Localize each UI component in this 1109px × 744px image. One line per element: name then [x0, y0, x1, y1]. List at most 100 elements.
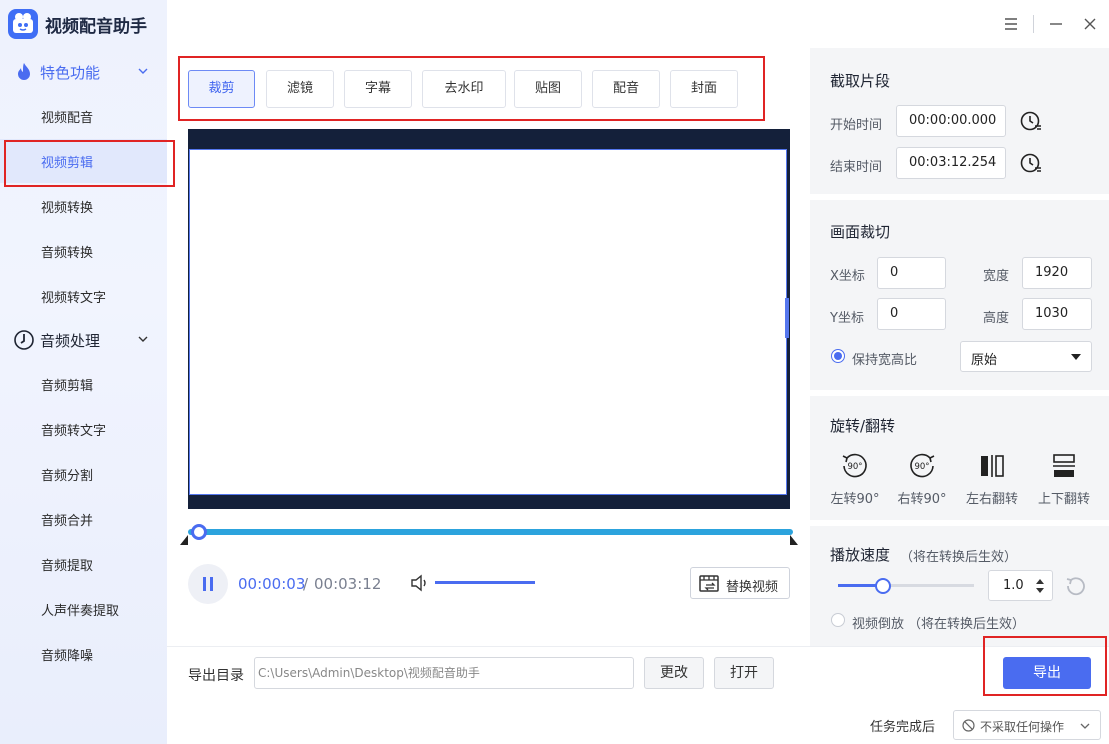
speed-title: 播放速度 [830, 546, 891, 564]
spin-down-icon[interactable] [1036, 588, 1044, 593]
sidebar-item-label: 音频提取 [41, 559, 94, 574]
trim-start-marker[interactable] [180, 535, 188, 545]
highlight-box-tabs [178, 56, 765, 121]
total-time: 00:03:12 [314, 575, 382, 593]
reverse-video-radio[interactable] [831, 613, 845, 627]
pause-icon [203, 577, 206, 591]
volume-slider[interactable] [435, 581, 535, 584]
section-featured[interactable]: 特色功能 [0, 57, 167, 87]
sidebar-item-audio-editing[interactable]: 音频剪辑 [0, 362, 167, 406]
section-audio-label: 音频处理 [40, 332, 101, 350]
keep-ratio-label: 保持宽高比 [852, 353, 918, 368]
rotate-right-badge: 90° [914, 462, 929, 472]
keep-ratio-radio[interactable] [831, 349, 845, 363]
rotate-right-label: 右转90° [897, 492, 947, 507]
x-coord-label: X坐标 [830, 269, 865, 284]
clock-set-icon[interactable] [1019, 152, 1043, 176]
divider [1033, 15, 1034, 33]
sidebar-item-label: 视频转文字 [41, 291, 107, 306]
replace-video-button[interactable]: 替换视频 [690, 567, 790, 599]
change-dir-button[interactable]: 更改 [644, 657, 704, 689]
sidebar-item-label: 音频降噪 [41, 649, 94, 664]
sidebar-item-video-dubbing[interactable]: 视频配音 [0, 94, 167, 138]
sidebar-item-audio-split[interactable]: 音频分割 [0, 452, 167, 496]
sidebar-item-video-convert[interactable]: 视频转换 [0, 184, 167, 228]
width-input[interactable]: 1920 [1022, 257, 1092, 289]
sidebar-item-label: 音频剪辑 [41, 379, 94, 394]
sidebar-item-video-to-text[interactable]: 视频转文字 [0, 274, 167, 318]
after-task-label: 任务完成后 [870, 720, 936, 735]
rotate-left-label: 左转90° [830, 492, 880, 507]
sidebar-item-audio-convert[interactable]: 音频转换 [0, 229, 167, 273]
highlight-box-export [983, 636, 1107, 696]
divider [810, 520, 1109, 526]
sidebar-item-audio-denoise[interactable]: 音频降噪 [0, 632, 167, 676]
start-time-input[interactable]: 00:00:00.000 [896, 105, 1006, 137]
clip-title: 截取片段 [830, 72, 891, 90]
flip-horizontal-button[interactable]: 左右翻转 [960, 450, 1024, 510]
export-path-input[interactable]: C:\Users\Admin\Desktop\视频配音助手 [254, 657, 634, 689]
ban-icon [962, 719, 975, 732]
pause-icon [210, 577, 213, 591]
speed-slider-handle[interactable] [875, 578, 891, 594]
reverse-video-label: 视频倒放 [852, 617, 905, 632]
rotate-right-button[interactable]: 90° 右转90° [890, 450, 954, 510]
rotate-title: 旋转/翻转 [830, 417, 896, 435]
sidebar-item-audio-to-text[interactable]: 音频转文字 [0, 407, 167, 451]
flame-icon [18, 63, 30, 80]
open-dir-button[interactable]: 打开 [714, 657, 774, 689]
minimize-icon[interactable] [1044, 12, 1068, 36]
ratio-select[interactable]: 原始 [960, 341, 1092, 372]
section-audio[interactable]: 音频处理 [0, 325, 167, 355]
export-dir-label: 导出目录 [188, 668, 244, 684]
reset-icon[interactable] [1065, 575, 1087, 597]
end-time-label: 结束时间 [830, 160, 883, 175]
clock-set-icon[interactable] [1019, 110, 1043, 134]
menu-icon[interactable] [999, 12, 1023, 36]
speed-stepper[interactable]: 1.0 [988, 570, 1053, 601]
sidebar-item-label: 音频合并 [41, 514, 94, 529]
crop-title: 画面裁切 [830, 223, 891, 241]
sidebar-item-label: 音频分割 [41, 469, 94, 484]
sidebar-item-audio-extract[interactable]: 音频提取 [0, 542, 167, 586]
time-separator: / [303, 575, 309, 593]
caret-down-icon [1071, 354, 1081, 360]
sidebar-item-vocal-separation[interactable]: 人声伴奏提取 [0, 587, 167, 631]
volume-icon[interactable] [410, 574, 430, 592]
width-label: 宽度 [983, 269, 1010, 284]
sidebar-item-label: 音频转换 [41, 246, 94, 261]
close-icon[interactable] [1078, 12, 1102, 36]
reverse-video-note: （将在转换后生效） [908, 617, 1026, 632]
crop-handle-right[interactable] [785, 298, 789, 338]
after-task-value: 不采取任何操作 [980, 720, 1065, 734]
after-task-select[interactable]: 不采取任何操作 [953, 710, 1101, 740]
rotate-left-badge: 90° [847, 462, 862, 472]
timeline-track[interactable] [188, 529, 793, 535]
sidebar: 视频配音助手 特色功能 视频配音 视频剪辑 视频转换 音频转换 视频转文字 音频… [0, 0, 167, 744]
flip-vertical-button[interactable]: 上下翻转 [1032, 450, 1096, 510]
height-label: 高度 [983, 311, 1010, 326]
sidebar-item-label: 音频转文字 [41, 424, 107, 439]
current-time: 00:00:03 [238, 575, 306, 593]
clock-note-icon [14, 330, 34, 350]
end-time-input[interactable]: 00:03:12.254 [896, 147, 1006, 179]
y-coord-input[interactable]: 0 [877, 298, 946, 330]
rotate-left-button[interactable]: 90° 左转90° [823, 450, 887, 510]
pause-button[interactable] [188, 564, 228, 604]
rotate-left-icon: 90° [842, 453, 867, 478]
x-coord-input[interactable]: 0 [877, 257, 946, 289]
rotate-right-icon: 90° [910, 453, 935, 478]
sidebar-item-label: 视频配音 [41, 111, 94, 126]
divider [167, 646, 1109, 647]
crop-region[interactable] [189, 149, 787, 495]
height-input[interactable]: 1030 [1022, 298, 1092, 330]
trim-end-marker[interactable] [790, 535, 798, 545]
sidebar-item-audio-merge[interactable]: 音频合并 [0, 497, 167, 541]
replace-video-label: 替换视频 [726, 580, 779, 595]
flip-horizontal-label: 左右翻转 [965, 492, 1018, 507]
sidebar-item-label: 人声伴奏提取 [41, 604, 120, 619]
app-title: 视频配音助手 [45, 17, 147, 37]
spin-up-icon[interactable] [1036, 579, 1044, 584]
timeline-playhead[interactable] [191, 524, 207, 540]
sidebar-item-label: 视频转换 [41, 201, 94, 216]
